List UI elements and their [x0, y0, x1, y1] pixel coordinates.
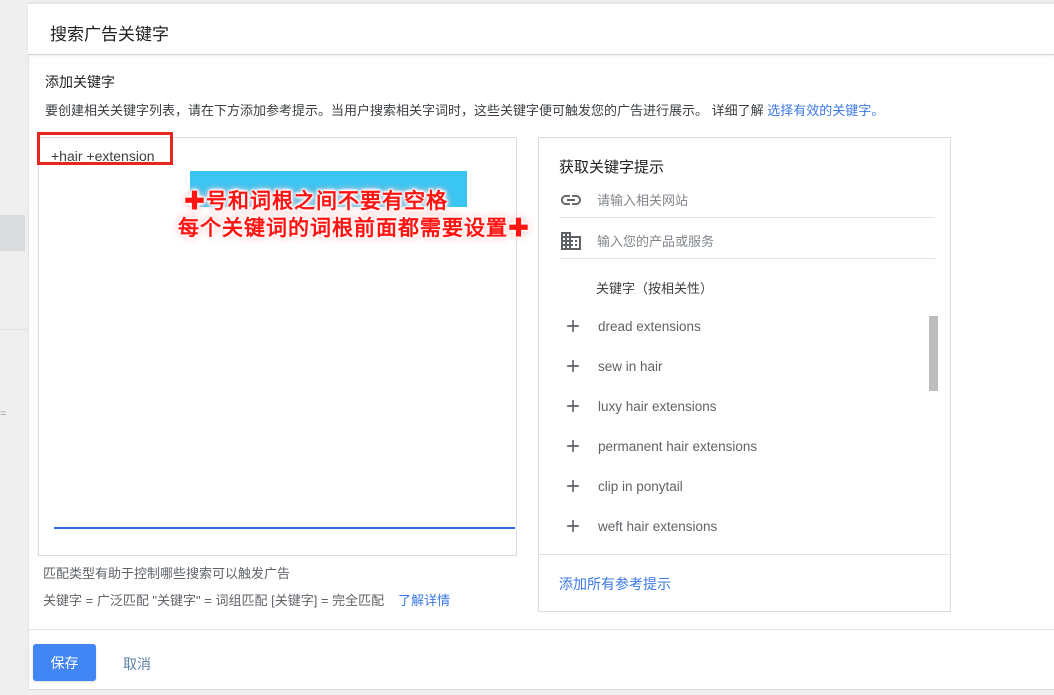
product-service-input[interactable]: 输入您的产品或服务 [559, 223, 935, 259]
add-keyword-icon[interactable] [563, 516, 583, 536]
suggestions-title: 获取关键字提示 [559, 156, 664, 177]
keyword-suggestion-row: weft hair extensions [539, 506, 929, 546]
keyword-suggestion-text: dread extensions [598, 319, 701, 334]
keyword-suggestion-text: clip in ponytail [598, 479, 683, 494]
cancel-button[interactable]: 取消 [123, 654, 151, 674]
footer-divider [28, 629, 1054, 630]
annotation-red-callout-box [37, 132, 173, 165]
match-type-legend: 关键字 = 广泛匹配 "关键字" = 词组匹配 [关键字] = 完全匹配了解详情 [43, 590, 450, 609]
product-input-placeholder: 输入您的产品或服务 [597, 231, 714, 250]
add-keyword-icon[interactable] [563, 436, 583, 456]
dialog-header [28, 4, 1054, 55]
website-input-placeholder: 请输入相关网站 [597, 190, 688, 209]
keyword-suggestion-row: clip in ponytail [539, 466, 929, 506]
background-text-fragment: = [0, 408, 8, 420]
keyword-suggestion-row: luxy hair extensions [539, 386, 929, 426]
panel-divider [539, 554, 950, 555]
keyword-suggestions-panel: 获取关键字提示 请输入相关网站 输入您的产品或服务 关键字（按相关性） drea… [538, 137, 951, 612]
annotation-text-line1: ✚号和词根之间不要有空格 [184, 185, 448, 215]
add-keyword-icon[interactable] [563, 476, 583, 496]
match-type-legend-text: 关键字 = 广泛匹配 "关键字" = 词组匹配 [关键字] = 完全匹配 [43, 593, 384, 608]
keyword-suggestion-text: sew in hair [598, 359, 663, 374]
keyword-suggestion-row: permanent hair extensions [539, 426, 929, 466]
keyword-suggestion-row: dread extensions [539, 306, 929, 346]
background-page-fragment [0, 215, 25, 251]
add-keyword-icon[interactable] [563, 356, 583, 376]
background-divider-fragment [0, 329, 28, 330]
background-page-strip [0, 0, 28, 695]
keyword-suggestion-text: weft hair extensions [598, 519, 717, 534]
website-input[interactable]: 请输入相关网站 [559, 182, 935, 218]
add-keyword-icon[interactable] [563, 396, 583, 416]
link-icon [559, 188, 583, 212]
keyword-list-header: 关键字（按相关性） [596, 278, 713, 297]
keyword-suggestion-text: luxy hair extensions [598, 399, 717, 414]
focus-underline [54, 527, 515, 529]
description-plain: 要创建相关关键字列表，请在下方添加参考提示。当用户搜索相关字词时，这些关键字便可… [45, 103, 767, 118]
annotation-text-line2: 每个关键词的词根前面都需要设置✚ [178, 212, 530, 242]
section-title-add-keywords: 添加关键字 [45, 72, 115, 92]
keyword-suggestion-text: permanent hair extensions [598, 439, 757, 454]
building-icon [559, 229, 583, 253]
add-all-suggestions-link[interactable]: 添加所有参考提示 [559, 574, 671, 594]
match-type-hint: 匹配类型有助于控制哪些搜索可以触发广告 [43, 563, 290, 582]
keyword-suggestion-row: sew in hair [539, 346, 929, 386]
scrollbar-thumb[interactable] [929, 316, 938, 391]
add-keyword-icon[interactable] [563, 316, 583, 336]
choose-effective-keywords-link[interactable]: 选择有效的关键字。 [767, 103, 884, 118]
page-title: 搜索广告关键字 [50, 20, 169, 45]
learn-more-link[interactable]: 了解详情 [398, 593, 450, 608]
description-text: 要创建相关关键字列表，请在下方添加参考提示。当用户搜索相关字词时，这些关键字便可… [45, 100, 884, 119]
save-button[interactable]: 保存 [33, 644, 96, 681]
